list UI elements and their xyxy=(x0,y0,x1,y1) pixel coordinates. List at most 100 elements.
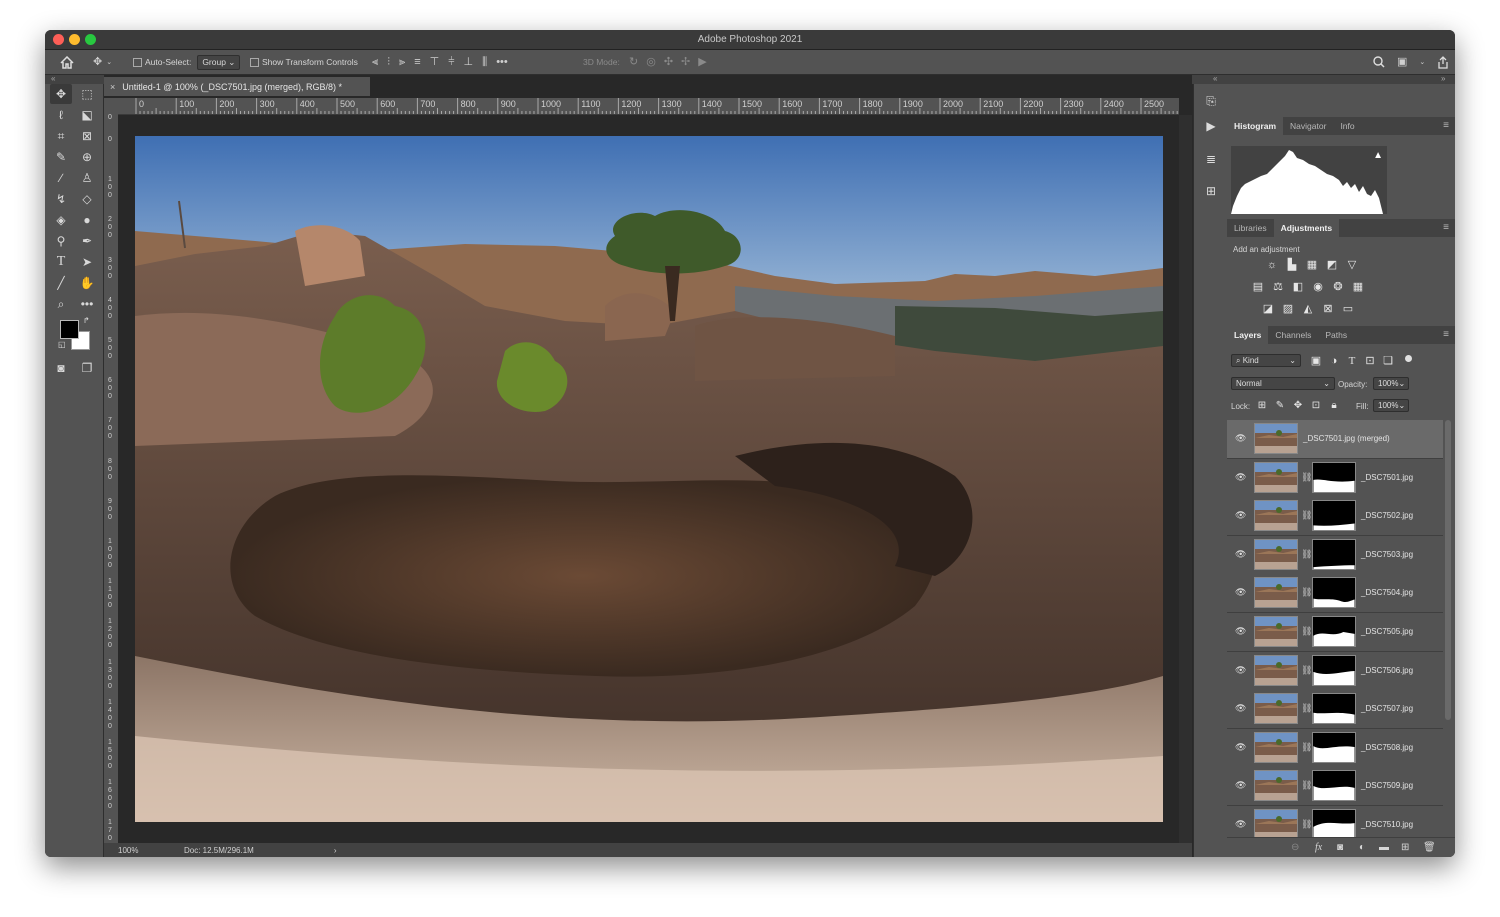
gradient-map-icon[interactable]: ▭ xyxy=(1341,302,1355,316)
histogram-panel-menu-icon[interactable]: ≡ xyxy=(1443,120,1449,131)
align-bottom-icon[interactable]: ⊥ xyxy=(464,56,474,68)
layer-thumbnail[interactable] xyxy=(1254,809,1298,837)
eyedropper-tool[interactable]: ✎ xyxy=(50,147,72,167)
selective-color-icon[interactable]: ⊠ xyxy=(1321,302,1335,316)
tab-libraries[interactable]: Libraries xyxy=(1227,219,1274,237)
adjustments-panel-menu-icon[interactable]: ≡ xyxy=(1443,222,1449,233)
layer-name[interactable]: _DSC7509.jpg xyxy=(1361,781,1413,790)
layer-row[interactable]: 👁︎ ⛓︎ _DSC7509.jpg xyxy=(1227,767,1443,807)
layer-mask-thumbnail[interactable] xyxy=(1312,809,1356,837)
layer-name[interactable]: _DSC7508.jpg xyxy=(1361,743,1413,752)
paint-bucket-tool[interactable]: ◈ xyxy=(50,210,72,230)
layer-thumbnail[interactable] xyxy=(1254,654,1298,686)
layer-row[interactable]: 👁︎ _DSC7501.jpg (merged) xyxy=(1227,420,1443,459)
visibility-eye-icon[interactable]: 👁︎ xyxy=(1235,510,1246,520)
document-tab[interactable]: × Untitled-1 @ 100% (_DSC7501.jpg (merge… xyxy=(104,77,370,96)
layer-thumbnail[interactable] xyxy=(1254,770,1298,802)
close-tab-icon[interactable]: × xyxy=(110,82,115,92)
layers-scrollbar[interactable] xyxy=(1445,420,1451,720)
visibility-eye-icon[interactable]: 👁︎ xyxy=(1235,626,1246,636)
line-tool[interactable]: ╱ xyxy=(50,273,72,293)
more-options-icon[interactable]: ••• xyxy=(496,56,508,68)
blur-tool[interactable]: ● xyxy=(76,210,98,230)
hand-tool[interactable]: ✋ xyxy=(76,273,98,293)
hue-saturation-icon[interactable]: ▤ xyxy=(1251,280,1265,294)
horizontal-ruler[interactable]: 0 100 200 300 400 500 600 700 800 900 1000 1100 1200… xyxy=(118,98,1179,115)
brightness-icon[interactable]: ☼ xyxy=(1265,258,1279,272)
visibility-eye-icon[interactable]: 👁︎ xyxy=(1235,780,1246,790)
slide-3d-icon[interactable]: ✢ xyxy=(681,56,690,68)
visibility-eye-icon[interactable]: 👁︎ xyxy=(1235,433,1246,443)
lock-transparent-icon[interactable]: ⊞ xyxy=(1255,399,1269,413)
quick-mask-button[interactable]: ◙ xyxy=(50,358,72,378)
layer-mask-thumbnail[interactable] xyxy=(1312,731,1356,763)
photo-filter-icon[interactable]: ◉ xyxy=(1311,280,1325,294)
history-panel-icon[interactable]: ⎘ xyxy=(1203,94,1219,110)
layer-row[interactable]: 👁︎ ⛓︎ _DSC7503.jpg xyxy=(1227,535,1443,575)
roll-3d-icon[interactable]: ◎ xyxy=(646,56,656,68)
mask-link-icon[interactable]: ⛓︎ xyxy=(1301,703,1312,714)
new-adjustment-icon[interactable]: ◐ xyxy=(1359,842,1365,853)
collapse-strip-icon[interactable]: « xyxy=(1213,74,1217,83)
workspace-chevron-icon[interactable]: ⌄ xyxy=(1419,59,1425,66)
show-transform-checkbox[interactable] xyxy=(250,57,259,67)
filter-shape-icon[interactable]: ⊡ xyxy=(1363,354,1377,368)
layer-mask-thumbnail[interactable] xyxy=(1312,654,1356,686)
layer-name[interactable]: _DSC7502.jpg xyxy=(1361,511,1413,520)
layer-mask-thumbnail[interactable] xyxy=(1312,461,1356,493)
mask-link-icon[interactable]: ⛓︎ xyxy=(1301,819,1312,830)
layer-name[interactable]: _DSC7506.jpg xyxy=(1361,666,1413,675)
layer-mask-thumbnail[interactable] xyxy=(1312,616,1356,647)
layer-row[interactable]: 👁︎ ⛓︎ _DSC7501.jpg xyxy=(1227,458,1443,498)
kind-filter-dropdown[interactable]: ⌕ Kind ⌄ xyxy=(1231,354,1301,367)
add-mask-icon[interactable]: ◙ xyxy=(1337,842,1343,853)
layer-thumbnail[interactable] xyxy=(1254,461,1298,493)
warning-icon[interactable]: ▲ xyxy=(1373,150,1383,161)
home-button[interactable] xyxy=(60,50,74,74)
mask-link-icon[interactable]: ⛓︎ xyxy=(1301,742,1312,753)
tab-layers[interactable]: Layers xyxy=(1227,326,1269,344)
lock-all-icon[interactable]: 🔒︎ xyxy=(1327,399,1341,413)
filter-toggle[interactable] xyxy=(1405,355,1412,362)
layers-panel-menu-icon[interactable]: ≡ xyxy=(1443,329,1449,340)
actions-panel-icon[interactable]: ▶ xyxy=(1203,119,1219,135)
layer-row[interactable]: 👁︎ ⛓︎ _DSC7510.jpg xyxy=(1227,806,1443,837)
lock-position-icon[interactable]: ✥ xyxy=(1291,399,1305,413)
color-lookup-icon[interactable]: ▦ xyxy=(1351,280,1365,294)
mask-link-icon[interactable]: ⛓︎ xyxy=(1301,780,1312,791)
visibility-eye-icon[interactable]: 👁︎ xyxy=(1235,742,1246,752)
collapse-toolbar-icon[interactable]: « xyxy=(51,74,55,83)
share-icon[interactable] xyxy=(1437,55,1449,69)
auto-select-checkbox[interactable] xyxy=(133,57,142,67)
visibility-eye-icon[interactable]: 👁︎ xyxy=(1235,472,1246,482)
layer-thumbnail[interactable] xyxy=(1254,577,1298,609)
camera-3d-icon[interactable]: ▶ xyxy=(698,56,706,68)
opacity-field[interactable]: 100% ⌄ xyxy=(1373,377,1409,390)
properties-panel-icon[interactable]: ≣ xyxy=(1203,152,1219,168)
lock-artboard-icon[interactable]: ⊡ xyxy=(1309,399,1323,413)
mask-link-icon[interactable]: ⛓︎ xyxy=(1301,549,1312,560)
channel-mixer-icon[interactable]: ❂ xyxy=(1331,280,1345,294)
filter-pixel-icon[interactable]: ▣ xyxy=(1309,354,1323,368)
move-tool-preset[interactable]: ✥ ⌄ xyxy=(93,50,112,74)
tab-histogram[interactable]: Histogram xyxy=(1227,117,1284,135)
swap-colors-icon[interactable]: ↱ xyxy=(83,316,90,325)
layer-thumbnail[interactable] xyxy=(1254,731,1298,763)
new-group-icon[interactable]: ▬ xyxy=(1379,842,1389,853)
brush-tool[interactable]: ∕ xyxy=(50,168,72,188)
search-icon[interactable] xyxy=(1373,56,1385,68)
layer-thumbnail[interactable] xyxy=(1254,500,1298,532)
foreground-color-front[interactable] xyxy=(60,320,79,339)
layer-thumbnail[interactable] xyxy=(1254,423,1298,454)
layer-mask-thumbnail[interactable] xyxy=(1312,577,1356,609)
layer-name[interactable]: _DSC7501.jpg (merged) xyxy=(1303,434,1390,443)
screen-mode-button[interactable]: ❐ xyxy=(76,358,98,378)
align-middle-v-icon[interactable]: ⫩ xyxy=(448,56,454,68)
stamp-tool[interactable]: ♙ xyxy=(76,168,98,188)
workspace-icon[interactable]: ▣ xyxy=(1397,56,1407,68)
layer-name[interactable]: _DSC7510.jpg xyxy=(1361,820,1413,829)
layer-mask-thumbnail[interactable] xyxy=(1312,500,1356,532)
layer-row[interactable]: 👁︎ ⛓︎ _DSC7507.jpg xyxy=(1227,690,1443,730)
eraser-tool[interactable]: ◇ xyxy=(76,189,98,209)
zoom-level[interactable]: 100% xyxy=(118,846,184,855)
